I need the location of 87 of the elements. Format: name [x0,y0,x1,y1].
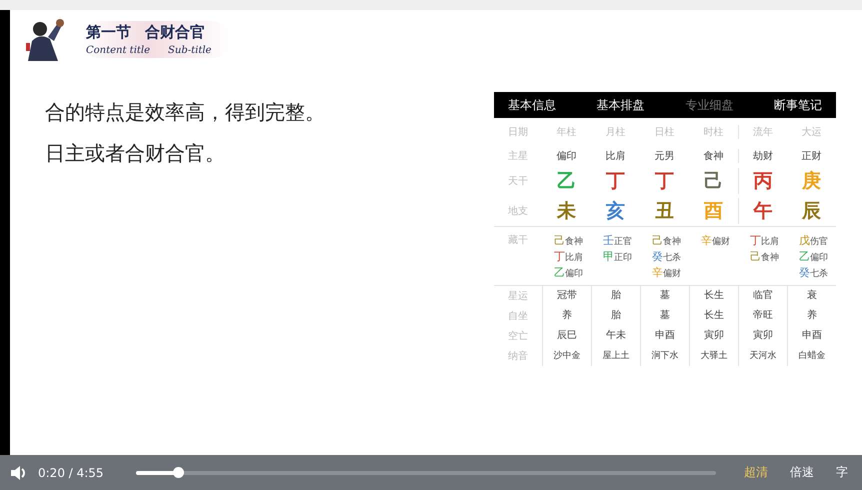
table-cell: 午未 [591,326,640,346]
player-button[interactable]: 超清 [744,464,768,481]
row-label: 日期 [507,126,529,139]
table-cell: 白蜡金 [787,346,836,366]
column-header: 年柱 [556,126,578,139]
hidden-stem: 丁比肩 [554,249,583,264]
hidden-stem: 丁比肩 [750,233,779,248]
hidden-stem: 戊伤官 [799,233,828,248]
table-cell-text: 丁 [605,169,626,194]
chart-tab[interactable]: 基本信息 [508,96,556,114]
slide-text: 合的特点是效率高，得到完整。 [45,99,326,126]
table-cell-text: 正财 [800,150,822,163]
table-cell: 墓 [640,286,689,306]
table-cell: 墓 [640,306,689,326]
chart-tab[interactable]: 断事笔记 [774,96,822,114]
table-cell: 养 [787,306,836,326]
table-cell: 养 [542,306,591,326]
table-cell-text: 辰 [800,199,822,224]
hidden-stem: 辛偏财 [652,265,681,280]
table-cell: 寅卯 [738,326,787,346]
hidden-stem: 癸七杀 [799,265,828,280]
table-cell: 申酉 [640,326,689,346]
table-cell: 大驿土 [689,346,738,366]
section-number: 第一节 [86,22,131,42]
table-cell-text: 亥 [605,199,626,224]
hidden-stem: 己食神 [750,249,779,264]
time-display: 0:20 / 4:55 [38,466,105,480]
chart-tab[interactable]: 专业细盘 [685,96,734,114]
player-button[interactable]: 字 [836,464,848,481]
table-cell: 胎 [591,306,640,326]
column-header: 大运 [800,126,822,139]
table-cell: 长生 [689,306,738,326]
table-cell: 胎 [591,286,640,306]
table-cell-text: 偏印 [556,150,578,163]
slide-text: 日主或者合财合官。 [45,140,226,167]
table-cell: 沙中金 [542,346,591,366]
row-label: 空亡 [507,330,529,343]
table-cell: 长生 [689,286,738,306]
table-cell: 临官 [738,286,787,306]
column-header: 月柱 [604,126,626,139]
table-cell: 衰 [787,286,836,306]
table-cell-text: 庚 [800,169,822,194]
row-label: 地支 [507,204,529,218]
table-cell: 寅卯 [689,326,738,346]
table-cell: 帝旺 [738,306,787,326]
sub-title: Sub-title [168,44,212,56]
table-cell: 屋上土 [591,346,640,366]
progress-handle[interactable] [172,466,184,478]
table-cell-text: 丑 [654,199,675,224]
row-label: 天干 [507,175,529,188]
volume-icon[interactable] [10,464,28,480]
table-cell-text: 食神 [702,150,724,163]
row-label: 藏干 [507,234,529,247]
table-cell: 午 [738,198,787,224]
hidden-stem: 甲 正印 [603,249,632,264]
table-cell: 天河水 [738,346,787,366]
row-label: 纳音 [507,350,529,363]
table-cell: 劫财 [738,149,787,163]
row-label: 自坐 [507,310,529,323]
table-cell-text: 己 [703,169,724,194]
table-cell-text: 酉 [703,199,724,224]
column-header: 流年 [738,125,787,139]
table-cell-text: 元男 [654,150,676,163]
hidden-stem: 癸七杀 [652,249,681,264]
table-cell: 申酉 [787,326,836,346]
column-header: 日柱 [654,126,676,139]
row-label: 星运 [507,290,529,303]
hidden-stem: 壬正官 [603,233,632,248]
row-label: 主星 [507,150,529,163]
content-title: Content title [86,44,150,56]
table-cell-text: 未 [556,199,577,224]
hidden-stem: 乙偏印 [554,265,583,280]
hidden-stem: 己食神 [554,233,583,248]
table-cell: 冠带 [542,286,591,306]
hidden-stem: 辛偏财 [701,233,730,248]
chart-tab[interactable]: 基本排盘 [596,96,645,114]
table-cell: 丙 [738,168,787,194]
table-cell-text: 丁 [654,169,675,194]
column-header: 时柱 [702,126,724,139]
table-cell-text: 比肩 [604,150,626,163]
table-cell: 辰巳 [542,326,591,346]
hidden-stem: 乙偏印 [799,249,828,264]
hidden-stem: 己食神 [652,233,681,248]
table-cell-text: 乙 [556,169,577,194]
table-cell: 涧下水 [640,346,689,366]
player-button[interactable]: 倍速 [790,464,814,481]
section-title: 合财合官 [145,22,205,42]
